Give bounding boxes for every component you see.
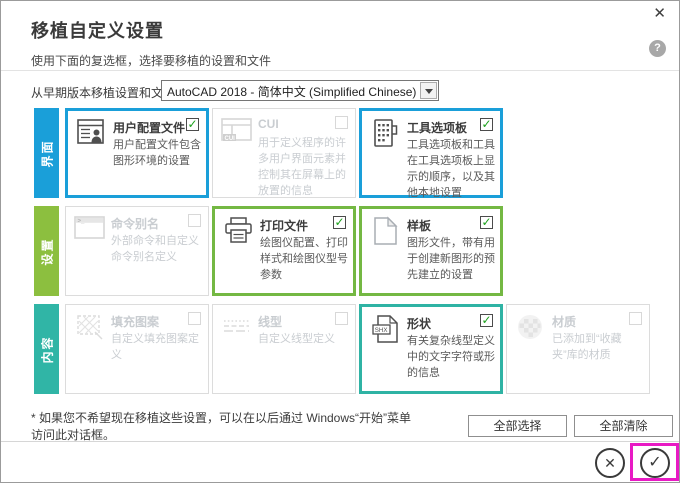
printer-icon — [222, 216, 256, 246]
template-document-icon — [369, 216, 403, 246]
card-title: 命令别名 — [111, 215, 159, 232]
checkbox-checked[interactable]: ✓ — [480, 314, 493, 327]
svg-text:CUI: CUI — [225, 136, 236, 142]
checkbox-unchecked[interactable] — [629, 312, 642, 325]
checkbox-checked[interactable]: ✓ — [333, 216, 346, 229]
clear-all-button[interactable]: 全部清除 — [574, 415, 673, 437]
command-alias-icon: >_ — [73, 214, 107, 244]
shx-shape-icon: SHX — [369, 314, 403, 344]
card-hatch-patterns[interactable]: 填充图案 自定义填充图案定义 — [65, 304, 209, 394]
card-title: 填充图案 — [111, 313, 159, 330]
cui-icon: CUI — [220, 116, 254, 146]
checkbox-checked[interactable]: ✓ — [480, 216, 493, 229]
card-title: 样板 — [407, 217, 431, 234]
card-title: CUI — [258, 117, 279, 131]
cancel-button[interactable]: ✕ — [595, 448, 625, 478]
close-icon[interactable]: ✕ — [649, 2, 670, 24]
hatch-pattern-icon — [73, 312, 107, 342]
svg-text:SHX: SHX — [375, 327, 388, 334]
linetype-icon — [220, 312, 254, 342]
card-description: 已添加到“收藏夹”库的材质 — [552, 331, 645, 363]
header-divider — [1, 70, 680, 71]
card-description: 工具选项板和工具在工具选项板上显示的顺序，以及其他本地设置 — [407, 137, 496, 201]
card-description: 图形文件，带有用于创建新图形的预先建立的设置 — [407, 235, 496, 283]
source-version-label: 从早期版本移植设置和文件: — [31, 84, 178, 101]
footer-divider — [1, 441, 680, 442]
material-sphere-icon — [514, 312, 548, 342]
user-profile-icon — [75, 118, 109, 148]
card-user-profiles[interactable]: 用户配置文件 ✓ 用户配置文件包含图形环境的设置 — [65, 108, 209, 198]
footnote: * 如果您不希望现在移植这些设置，可以在以后通过 Windows“开始”菜单访问… — [31, 410, 416, 444]
card-plot-files[interactable]: 打印文件 ✓ 绘图仪配置、打印样式和绘图仪型号参数 — [212, 206, 356, 296]
help-button[interactable]: ? — [649, 40, 666, 57]
source-version-select[interactable]: AutoCAD 2018 - 简体中文 (Simplified Chinese)… — [161, 80, 439, 101]
card-description: 自定义填充图案定义 — [111, 331, 204, 363]
category-label-interface: 界面 — [34, 108, 59, 198]
card-title: 用户配置文件 — [113, 119, 185, 136]
checkbox-unchecked[interactable] — [188, 312, 201, 325]
checkbox-checked[interactable]: ✓ — [480, 118, 493, 131]
card-materials[interactable]: 材质 已添加到“收藏夹”库的材质 — [506, 304, 650, 394]
annotation-highlight — [630, 443, 679, 481]
migrate-custom-settings-dialog: 移植自定义设置 使用下面的复选框，选择要移植的设置和文件 ✕ ? 从早期版本移植… — [0, 0, 680, 483]
svg-text:>_: >_ — [78, 218, 86, 224]
card-title: 线型 — [258, 313, 282, 330]
card-linetypes[interactable]: 线型 自定义线型定义 — [212, 304, 356, 394]
card-tool-palettes[interactable]: 工具选项板 ✓ 工具选项板和工具在工具选项板上显示的顺序，以及其他本地设置 — [359, 108, 503, 198]
checkbox-checked[interactable]: ✓ — [186, 118, 199, 131]
card-title: 工具选项板 — [407, 119, 467, 136]
select-all-button[interactable]: 全部选择 — [468, 415, 567, 437]
checkbox-unchecked[interactable] — [335, 116, 348, 129]
page-title: 移植自定义设置 — [31, 17, 164, 43]
checkbox-unchecked[interactable] — [335, 312, 348, 325]
card-title: 材质 — [552, 313, 576, 330]
card-title: 形状 — [407, 315, 431, 332]
source-version-value: AutoCAD 2018 - 简体中文 (Simplified Chinese)… — [167, 83, 419, 100]
category-label-content: 内容 — [34, 304, 59, 394]
card-description: 有关复杂线型定义中的文字字符或形的信息 — [407, 333, 496, 381]
card-title: 打印文件 — [260, 217, 308, 234]
card-description: 外部命令和自定义命令别名定义 — [111, 233, 204, 265]
card-description: 用户配置文件包含图形环境的设置 — [113, 137, 202, 169]
card-cui[interactable]: CUI CUI 用于定义程序的许多用户界面元素并控制其在屏幕上的放置的信息 — [212, 108, 356, 198]
tool-palettes-icon — [369, 118, 403, 148]
category-label-settings: 设置 — [34, 206, 59, 296]
card-description: 自定义线型定义 — [258, 331, 351, 347]
card-description: 用于定义程序的许多用户界面元素并控制其在屏幕上的放置的信息 — [258, 135, 351, 199]
dialog-subtitle: 使用下面的复选框，选择要移植的设置和文件 — [31, 52, 271, 69]
checkbox-unchecked[interactable] — [188, 214, 201, 227]
card-command-aliases[interactable]: >_ 命令别名 外部命令和自定义命令别名定义 — [65, 206, 209, 296]
card-description: 绘图仪配置、打印样式和绘图仪型号参数 — [260, 235, 349, 283]
card-templates[interactable]: 样板 ✓ 图形文件，带有用于创建新图形的预先建立的设置 — [359, 206, 503, 296]
chevron-down-icon[interactable] — [420, 82, 437, 99]
card-shapes[interactable]: SHX 形状 ✓ 有关复杂线型定义中的文字字符或形的信息 — [359, 304, 503, 394]
